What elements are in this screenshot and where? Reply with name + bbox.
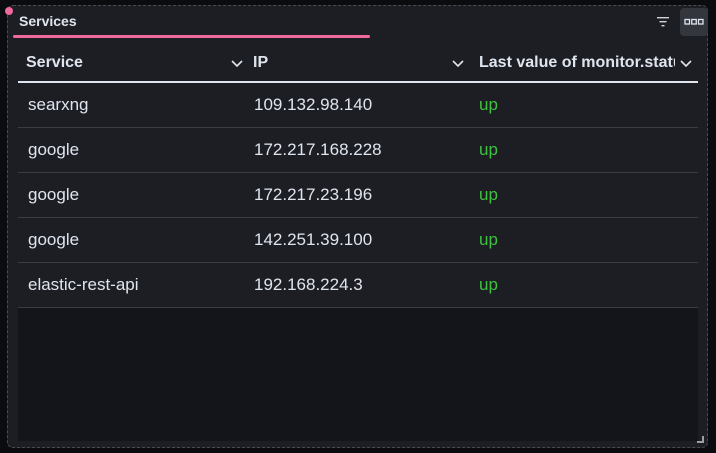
cell-ip: 142.251.39.100	[254, 230, 373, 249]
more-horizontal-icon	[684, 18, 704, 25]
cell-ip: 172.217.23.196	[254, 185, 373, 204]
column-header-service[interactable]: Service	[26, 45, 244, 81]
table-row[interactable]: google 172.217.168.228 up	[18, 128, 698, 173]
column-header-status[interactable]: Last value of monitor.status	[479, 45, 693, 81]
more-options-button[interactable]	[680, 8, 708, 36]
cell-status: up	[479, 185, 498, 204]
panel-accent-dot	[5, 7, 13, 15]
panel-title-underline	[13, 35, 370, 38]
table-row[interactable]: google 172.217.23.196 up	[18, 173, 698, 218]
cell-service: elastic-rest-api	[28, 275, 139, 294]
services-panel: Services Service IP Last value of monito…	[5, 5, 708, 448]
cell-status: up	[479, 95, 498, 114]
cell-status: up	[479, 230, 498, 249]
services-table: Service IP Last value of monitor.status …	[18, 45, 698, 441]
cell-status: up	[479, 140, 498, 159]
column-header-label: Last value of monitor.status	[479, 54, 675, 71]
cell-ip: 192.168.224.3	[254, 275, 363, 294]
cell-service: google	[28, 185, 80, 204]
cell-ip: 109.132.98.140	[254, 95, 373, 114]
column-header-label: Service	[26, 54, 83, 71]
cell-service: searxng	[28, 95, 89, 114]
panel-title: Services	[19, 13, 77, 29]
chevron-down-icon	[452, 60, 464, 68]
table-row[interactable]: searxng 109.132.98.140 up	[18, 83, 698, 128]
cell-status: up	[479, 275, 498, 294]
chevron-down-icon	[231, 60, 243, 68]
cell-ip: 172.217.168.228	[254, 140, 382, 159]
chevron-down-icon	[680, 60, 692, 68]
table-header: Service IP Last value of monitor.status	[18, 45, 698, 83]
filter-button[interactable]	[652, 12, 674, 32]
column-header-label: IP	[253, 54, 269, 71]
cell-service: google	[28, 140, 80, 159]
resize-handle[interactable]	[697, 436, 704, 443]
column-header-ip[interactable]: IP	[253, 45, 465, 81]
table-row[interactable]: elastic-rest-api 192.168.224.3 up	[18, 263, 698, 308]
cell-service: google	[28, 230, 80, 249]
filter-icon	[657, 17, 669, 27]
table-row[interactable]: google 142.251.39.100 up	[18, 218, 698, 263]
